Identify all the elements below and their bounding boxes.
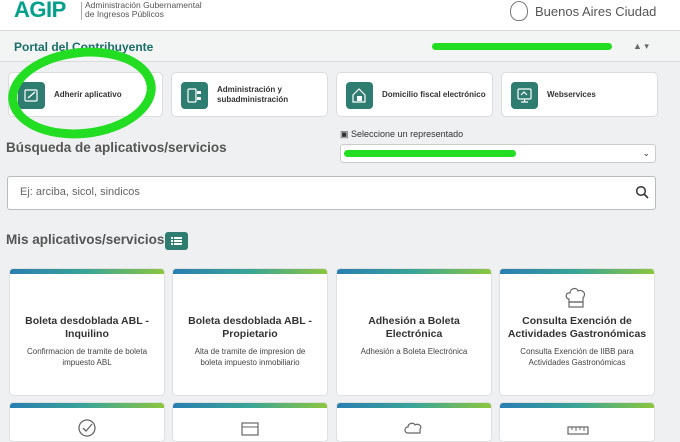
id-card-icon: ▣ [340,129,349,139]
webservices-label: Webservices [547,89,596,99]
app-card-desc-line2: Actividades Gastronómicas [528,358,626,367]
city-label: Buenos Aires Ciudad [535,4,657,19]
app-card-row2-4[interactable] [499,402,655,442]
logo-divider [81,2,82,20]
chevron-down-icon: ▾ [641,41,649,51]
representative-label: ▣ Seleccione un representado [340,129,463,140]
administracion-label-line1: Administración y [217,84,282,94]
app-card-title-line2: Electrónica [385,327,443,340]
card-accent-bar [10,269,164,274]
administracion-card[interactable]: Administración y subadministración [171,72,328,117]
document-stamp-icon [241,422,259,436]
domicilio-fiscal-card[interactable]: Domicilio fiscal electrónico [336,72,493,117]
my-apps-heading: Mis aplicativos/servicios [6,232,165,247]
search-input[interactable] [18,185,622,199]
user-icon: ▲ [633,41,642,51]
card-accent-bar [337,403,491,408]
card-accent-bar [337,269,491,274]
webservices-card[interactable]: Webservices [501,72,658,117]
list-view-button[interactable] [165,232,188,250]
app-card-title-line2: Propietario [222,327,278,340]
app-card-desc-line1: Confirmacion de tramite de boleta [26,347,148,356]
user-menu[interactable]: ▲ ▾ [633,41,649,52]
redacted-username [432,43,612,50]
search-heading: Búsqueda de aplicativos/servicios [6,140,227,155]
app-card-boleta-electronica[interactable]: Adhesión a Boleta Electrónica Adhesión a… [336,268,492,396]
chef-hat-icon [565,287,586,308]
app-card-description: Consulta Exención de IIBB para Actividad… [508,346,646,368]
app-card-gastronomicas[interactable]: Consulta Exención de Actividades Gastron… [499,268,655,396]
app-card-desc-line2: impuesto ABL [62,358,112,367]
app-card-abl-propietario[interactable]: Boleta desdoblada ABL - Propietario Alta… [172,268,328,396]
app-card-title-line1: Boleta desdoblada ABL - [188,315,312,327]
agip-logo[interactable]: AGIP [14,0,66,23]
app-card-title-line1: Boleta desdoblada ABL - [25,315,149,327]
app-card-abl-inquilino[interactable]: Boleta desdoblada ABL - Inquilino Confir… [9,268,165,396]
cloud-icon [404,422,422,434]
city-seal-icon [510,1,528,21]
app-card-row2-2[interactable] [172,402,328,442]
app-card-title: Consulta Exención de Actividades Gastron… [506,315,648,340]
app-card-description: Adhesión a Boleta Electrónica [345,346,483,357]
card-accent-bar [500,269,654,274]
webservices-icon [511,82,538,109]
administracion-label-line2: subadministración [217,94,289,104]
logo-subtitle: Administración Gubernamental de Ingresos… [85,1,202,19]
ruler-icon [567,426,589,435]
list-icon [171,237,182,245]
app-card-desc-line1: Adhesión a Boleta Electrónica [360,347,468,356]
card-accent-bar [500,403,654,408]
app-card-desc-line2: boleta impuesto inmobiliario [200,358,300,367]
app-card-title-line1: Adhesión a Boleta [368,315,460,327]
redacted-representative [344,150,516,157]
app-card-description: Confirmacion de tramite de boleta impues… [18,346,156,368]
app-card-title-line2: Inquilino [65,327,109,340]
representative-label-text: Seleccione un representado [351,129,464,139]
domicilio-fiscal-label: Domicilio fiscal electrónico [382,89,486,99]
card-accent-bar [173,269,327,274]
app-card-description: Alta de tramite de impresion de boleta i… [181,346,319,368]
app-card-title-line2: Actividades Gastronómicas [507,327,647,340]
chevron-down-icon: ⌄ [642,148,650,158]
app-card-row2-1[interactable] [9,402,165,442]
app-card-row2-3[interactable] [336,402,492,442]
app-card-desc-line1: Consulta Exención de IIBB para [520,347,634,356]
logo-subtitle-line2: de Ingresos Públicos [85,9,164,19]
admin-icon [181,82,208,109]
app-card-title: Adhesión a Boleta Electrónica [343,315,485,340]
app-card-title: Boleta desdoblada ABL - Propietario [179,315,321,340]
representative-select[interactable]: ⌄ [340,144,656,163]
domicilio-icon [346,82,373,109]
top-header: AGIP Administración Gubernamental de Ing… [0,0,680,31]
search-icon[interactable] [635,185,649,204]
card-accent-bar [173,403,327,408]
app-card-desc-line1: Alta de tramite de impresion de [194,347,306,356]
search-box[interactable] [7,176,656,210]
app-card-title-line1: Consulta Exención de [522,315,632,327]
administracion-label: Administración y subadministración [217,73,288,116]
check-badge-icon [78,419,96,437]
app-card-title: Boleta desdoblada ABL - Inquilino [16,315,158,340]
card-accent-bar [10,403,164,408]
